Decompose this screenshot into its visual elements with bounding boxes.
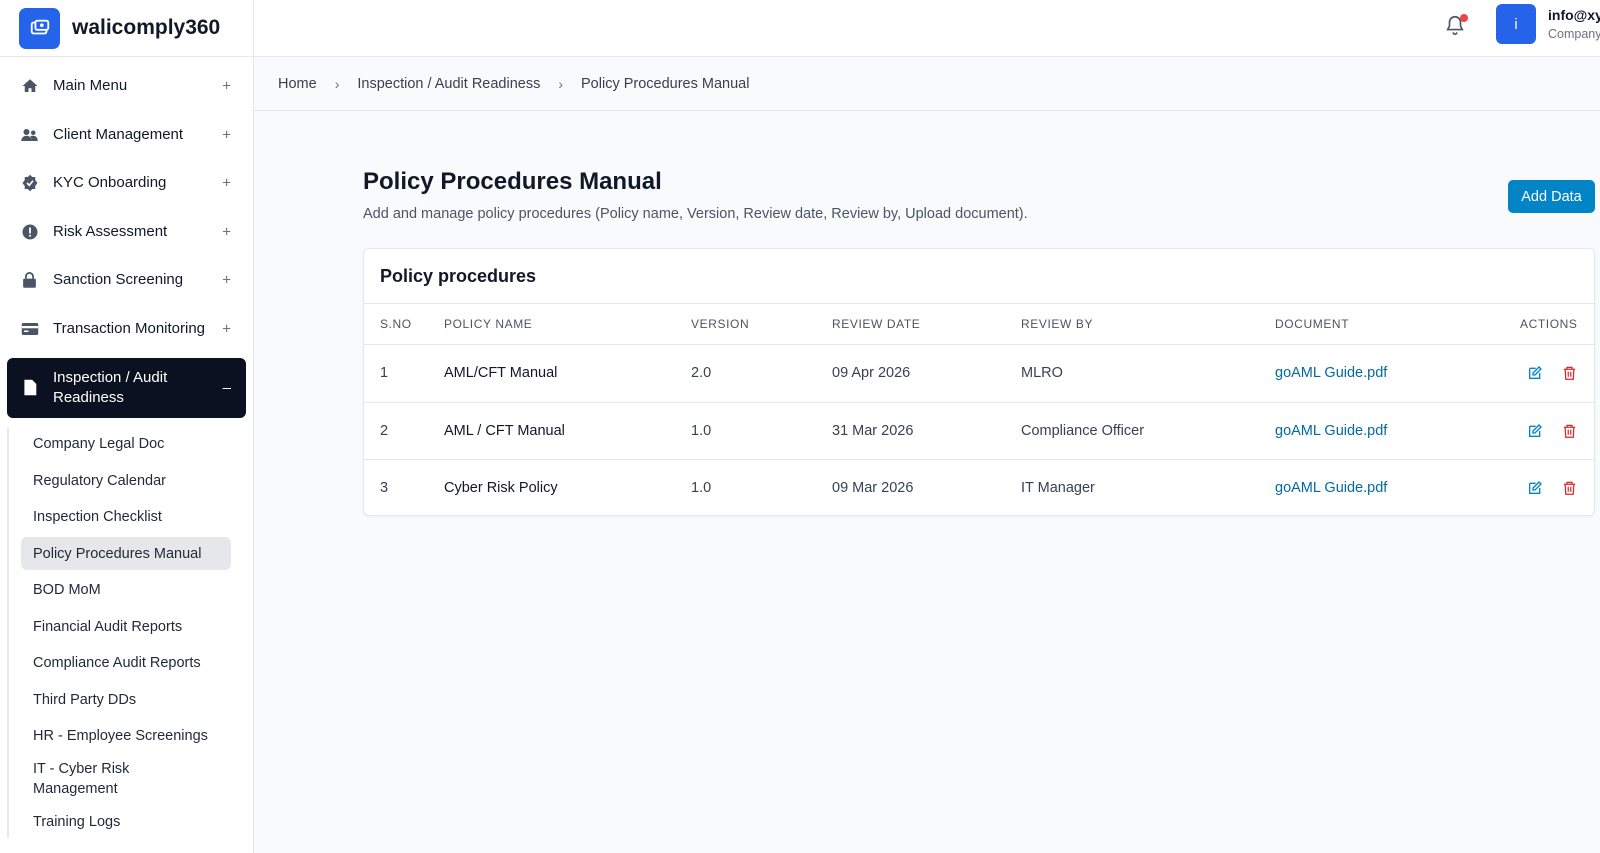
users-icon [20,125,39,144]
sub-item-compliance-audit-reports[interactable]: Compliance Audit Reports [21,647,231,680]
cell-policy-name: Cyber Risk Policy [444,480,558,496]
expand-icon[interactable]: + [222,78,231,95]
cell-policy-name: AML/CFT Manual [444,365,558,381]
cell-review-by: IT Manager [1021,480,1095,496]
nav-item-client-management[interactable]: Client Management + [7,115,246,155]
table-row: 2 AML / CFT Manual 1.0 31 Mar 2026 Compl… [364,403,1594,460]
chevron-right-icon: › [558,75,564,92]
document-link[interactable]: goAML Guide.pdf [1275,480,1387,496]
nav-label: KYC Onboarding [53,174,167,192]
trash-icon[interactable] [1562,423,1578,439]
edit-icon[interactable] [1527,480,1543,496]
nav-item-inspection-audit-readiness[interactable]: Inspection / Audit Readiness – [7,357,246,418]
nav-label: Transaction Monitoring [53,319,206,337]
expand-icon[interactable]: + [222,272,231,289]
nav-label: Risk Assessment [53,222,168,240]
expand-icon[interactable]: + [222,175,231,192]
add-data-button[interactable]: Add Data [1508,180,1595,213]
user-email: info@xy [1548,7,1600,23]
sub-item-third-party-dds[interactable]: Third Party DDs [21,683,231,716]
column-header: REVIEW DATE [832,317,921,331]
cell-review-date: 09 Apr 2026 [832,365,911,381]
sub-item-training-logs[interactable]: Training Logs [21,805,231,838]
cell-review-by: MLRO [1021,365,1063,381]
card-title: Policy procedures [364,249,1594,304]
sub-item-inspection-checklist[interactable]: Inspection Checklist [21,501,231,534]
main-nav: Main Menu + Client Management + KYC Onbo… [0,57,253,839]
nav-item-kyc-onboarding[interactable]: KYC Onboarding + [7,163,246,203]
chevron-right-icon: › [334,75,340,92]
nav-label: Inspection / Audit Readiness [53,368,168,406]
credit-card-icon [20,319,39,338]
sub-item-financial-audit-reports[interactable]: Financial Audit Reports [21,610,231,643]
cell-review-by: Compliance Officer [1021,422,1145,439]
brand-name: walicomply360 [72,16,221,39]
edit-icon[interactable] [1527,423,1543,439]
column-header: POLICY NAME [444,317,533,331]
nav-item-sanction-screening[interactable]: Sanction Screening + [7,260,246,300]
brand[interactable]: walicomply360 [0,0,253,57]
cell-review-date: 31 Mar 2026 [832,422,914,439]
column-header: VERSION [691,317,750,331]
nav-label: Sanction Screening [53,271,184,289]
nav-item-transaction-monitoring[interactable]: Transaction Monitoring + [7,309,246,349]
topbar: i info@xy Company [254,0,1600,57]
policy-procedures-card: Policy procedures S.NO POLICY NAME VERSI… [363,248,1595,516]
nav-item-risk-assessment[interactable]: Risk Assessment + [7,212,246,252]
cell-sno: 2 [380,422,389,439]
column-header: REVIEW BY [1021,317,1094,331]
sub-item-regulatory-calendar[interactable]: Regulatory Calendar [21,464,231,497]
table-row: 1 AML/CFT Manual 2.0 09 Apr 2026 MLRO go… [364,345,1594,403]
edit-icon[interactable] [1527,365,1543,381]
bell-icon[interactable] [1444,14,1468,38]
brand-logo-icon [19,7,60,49]
sidebar: walicomply360 Main Menu + Client Managem… [0,0,254,853]
column-header: S.NO [380,317,412,331]
cell-review-date: 09 Mar 2026 [832,480,914,496]
document-link[interactable]: goAML Guide.pdf [1275,423,1387,439]
page-subtitle: Add and manage policy procedures (Policy… [363,206,1028,222]
table-header: S.NO POLICY NAME VERSION REVIEW DATE REV… [364,304,1594,345]
expand-icon[interactable]: + [222,320,231,337]
nav-label: Client Management [53,125,184,143]
column-header: ACTIONS [1520,317,1578,331]
trash-icon[interactable] [1562,365,1578,381]
sub-item-company-legal-doc[interactable]: Company Legal Doc [21,428,231,461]
cell-sno: 1 [380,365,389,381]
home-icon [20,77,39,96]
sub-item-hr-employee-screenings[interactable]: HR - Employee Screenings [21,720,231,753]
document-icon [20,378,39,397]
avatar[interactable]: i [1496,4,1536,44]
alert-circle-icon [20,222,39,241]
page-title: Policy Procedures Manual [363,168,662,195]
cell-version: 2.0 [691,365,712,381]
expand-icon[interactable]: + [222,126,231,143]
notification-dot [1460,14,1468,22]
breadcrumb-inspection[interactable]: Inspection / Audit Readiness [357,76,540,92]
expand-icon[interactable]: + [222,223,231,240]
cell-policy-name: AML / CFT Manual [444,422,565,439]
breadcrumb-home[interactable]: Home [278,76,317,92]
breadcrumb-current: Policy Procedures Manual [581,75,750,92]
subnav-inspection: Company Legal Doc Regulatory Calendar In… [7,427,246,839]
column-header: DOCUMENT [1275,317,1350,331]
badge-check-icon [20,174,39,193]
cell-sno: 3 [380,480,389,496]
breadcrumb: Home › Inspection / Audit Readiness › Po… [254,57,1600,111]
lock-icon [20,271,39,290]
nav-item-main-menu[interactable]: Main Menu + [7,66,246,106]
sub-item-it-cyber-risk-management[interactable]: IT - Cyber Risk Management [21,756,171,802]
cell-version: 1.0 [691,480,712,496]
sub-item-bod-mom[interactable]: BOD MoM [21,574,231,607]
document-link[interactable]: goAML Guide.pdf [1275,365,1387,381]
table-row: 3 Cyber Risk Policy 1.0 09 Mar 2026 IT M… [364,460,1594,515]
sub-item-policy-procedures-manual[interactable]: Policy Procedures Manual [21,537,231,571]
user-company: Company [1548,27,1600,41]
collapse-icon[interactable]: – [223,379,231,396]
trash-icon[interactable] [1562,480,1578,496]
nav-label: Main Menu [53,77,128,94]
cell-version: 1.0 [691,422,712,439]
